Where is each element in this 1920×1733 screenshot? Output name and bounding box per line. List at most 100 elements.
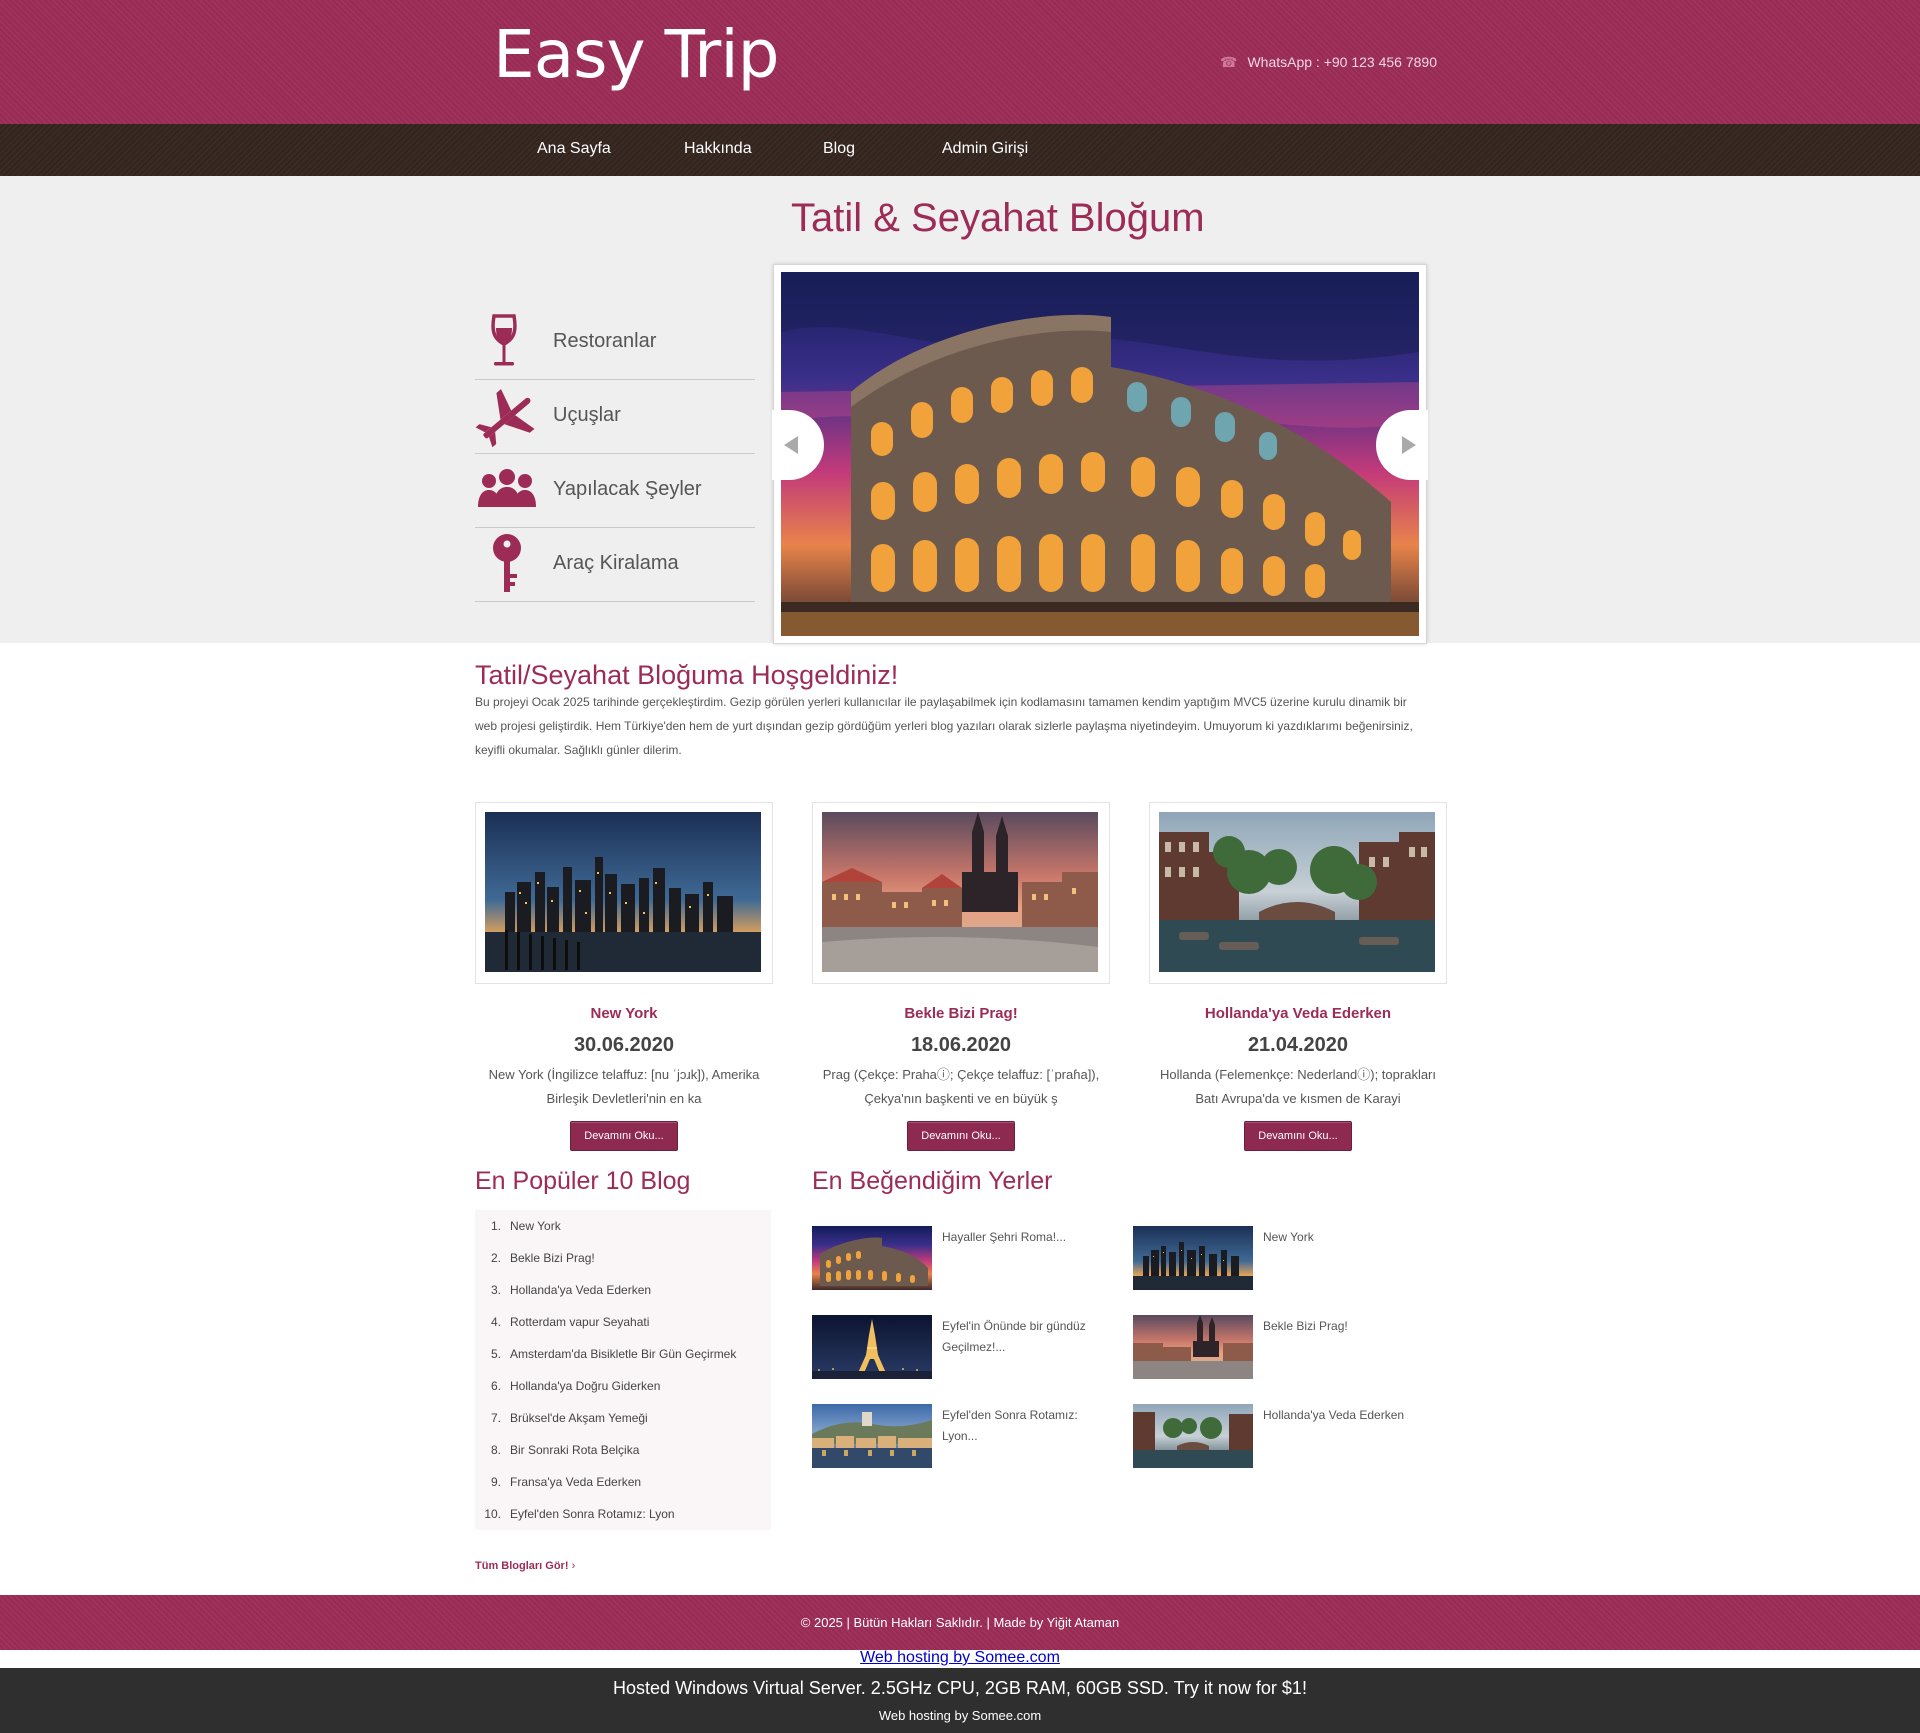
contact-info: ☎ WhatsApp : +90 123 456 7890 — [1220, 54, 1437, 71]
phone-icon: ☎ — [1220, 54, 1238, 70]
blog-card: Hollanda'ya Veda Ederken 21.04.2020 Holl… — [1149, 802, 1447, 1151]
nav-item-about[interactable]: Hakkında — [684, 140, 752, 158]
favorite-caption[interactable]: New York — [1263, 1227, 1433, 1248]
site-header: Easy Trip ☎ WhatsApp : +90 123 456 7890 — [0, 0, 1920, 124]
favorite-thumbnail[interactable] — [1133, 1315, 1253, 1379]
category-restaurants[interactable]: Restoranlar — [475, 306, 755, 380]
blog-card-title[interactable]: Bekle Bizi Prag! — [812, 1005, 1110, 1022]
chevron-right-icon: › — [571, 1560, 576, 1572]
welcome-text: Bu projeyi Ocak 2025 tarihinde gerçekleş… — [475, 695, 1413, 757]
blog-card-image[interactable] — [1149, 802, 1447, 984]
popular-item-number: 1. — [490, 1219, 501, 1233]
favorites-title: En Beğendiğim Yerler — [812, 1167, 1053, 1195]
wine-glass-icon — [475, 314, 539, 370]
blog-card-image[interactable] — [475, 802, 773, 984]
blog-card-title[interactable]: New York — [475, 1005, 773, 1022]
favorite-item[interactable]: Hollanda'ya Veda Ederken — [1133, 1404, 1433, 1468]
popular-item-number: 7. — [490, 1411, 501, 1425]
favorite-thumbnail[interactable] — [812, 1404, 932, 1468]
category-flights[interactable]: Uçuşlar — [475, 380, 755, 454]
category-car-rental[interactable]: Araç Kiralama — [475, 528, 755, 602]
nav-item-admin-login[interactable]: Admin Girişi — [942, 140, 1028, 158]
popular-item[interactable]: 6. Hollanda'ya Doğru Giderken — [475, 1370, 771, 1402]
blog-card-title[interactable]: Hollanda'ya Veda Ederken — [1149, 1005, 1447, 1022]
popular-item-number: 10. — [484, 1507, 501, 1521]
blog-card-date: 21.04.2020 — [1247, 1034, 1349, 1056]
category-label: Araç Kiralama — [553, 552, 679, 574]
popular-item-number: 5. — [490, 1347, 501, 1361]
popular-item-link[interactable]: Amsterdam'da Bisikletle Bir Gün Geçirmek — [510, 1347, 736, 1361]
blog-card-excerpt: Hollanda (Felemenkçe: Nederlandⓘ); topra… — [1159, 1067, 1436, 1106]
key-icon — [475, 534, 539, 592]
favorite-caption[interactable]: Hollanda'ya Veda Ederken — [1263, 1405, 1433, 1426]
popular-item-number: 6. — [490, 1379, 501, 1393]
hosting-promo[interactable]: Hosted Windows Virtual Server. 2.5GHz CP… — [0, 1678, 1920, 1699]
read-more-button[interactable]: Devamını Oku... — [907, 1121, 1015, 1151]
popular-item-link[interactable]: Brüksel'de Akşam Yemeği — [510, 1411, 648, 1425]
popular-item-link[interactable]: Hollanda'ya Veda Ederken — [510, 1283, 651, 1297]
popular-item-link[interactable]: Bekle Bizi Prag! — [510, 1251, 595, 1265]
favorite-caption[interactable]: Bekle Bizi Prag! — [1263, 1316, 1433, 1337]
hero-slider[interactable] — [772, 264, 1428, 644]
blog-card-image[interactable] — [812, 802, 1110, 984]
blog-card-date: 18.06.2020 — [910, 1034, 1012, 1056]
popular-item[interactable]: 9. Fransa'ya Veda Ederken — [475, 1466, 771, 1498]
arrow-right-icon — [1402, 436, 1416, 454]
popular-item-number: 8. — [490, 1443, 501, 1457]
slider-image-colosseum — [781, 272, 1419, 636]
favorite-thumbnail[interactable] — [812, 1226, 932, 1290]
hosting-link[interactable]: Web hosting by Somee.com — [0, 1649, 1920, 1667]
category-label: Uçuşlar — [553, 404, 621, 426]
favorite-item[interactable]: Hayaller Şehri Roma!... — [812, 1226, 1112, 1290]
main-section: Tatil/Seyahat Bloğuma Hoşgeldiniz! Bu pr… — [473, 643, 1447, 1593]
blog-card-excerpt: Prag (Çekçe: Prahaⓘ; Çekçe telaffuz: [ˈp… — [822, 1067, 1100, 1106]
popular-item[interactable]: 2. Bekle Bizi Prag! — [475, 1242, 771, 1274]
site-logo[interactable]: Easy Trip — [493, 16, 780, 93]
popular-item-link[interactable]: Eyfel'den Sonra Rotamız: Lyon — [510, 1507, 675, 1521]
nav-item-home[interactable]: Ana Sayfa — [537, 140, 611, 158]
footer-text: © 2025 | Bütün Hakları Saklıdır. | Made … — [800, 1615, 1120, 1630]
popular-item[interactable]: 8. Bir Sonraki Rota Belçika — [475, 1434, 771, 1466]
favorite-thumbnail[interactable] — [812, 1315, 932, 1379]
favorite-thumbnail[interactable] — [1133, 1226, 1253, 1290]
popular-item[interactable]: 5. Amsterdam'da Bisikletle Bir Gün Geçirm… — [475, 1338, 771, 1370]
all-blogs-link[interactable]: Tüm Blogları Gör! › — [475, 1560, 575, 1572]
favorite-thumbnail[interactable] — [1133, 1404, 1253, 1468]
blog-card: New York 30.06.2020 New York (İngilizce … — [475, 802, 773, 1151]
popular-item-link[interactable]: Rotterdam vapur Seyahati — [510, 1315, 649, 1329]
all-blogs-label[interactable]: Tüm Blogları Gör! — [475, 1560, 569, 1572]
nav-item-blog[interactable]: Blog — [823, 140, 855, 158]
hosting-small-link[interactable]: Web hosting by Somee.com — [0, 1708, 1920, 1723]
read-more-button[interactable]: Devamını Oku... — [1244, 1121, 1352, 1151]
popular-item-link[interactable]: Fransa'ya Veda Ederken — [510, 1475, 641, 1489]
content-area: Restoranlar Uçuşlar Yapılacak Şeyler Ara… — [473, 176, 1447, 1596]
hosting-banner[interactable]: Hosted Windows Virtual Server. 2.5GHz CP… — [0, 1668, 1920, 1733]
read-more-button[interactable]: Devamını Oku... — [570, 1121, 678, 1151]
favorite-caption[interactable]: Eyfel'den Sonra Rotamız: Lyon... — [942, 1405, 1112, 1447]
popular-item-number: 2. — [490, 1251, 501, 1265]
popular-item-number: 4. — [490, 1315, 501, 1329]
welcome-title: Tatil/Seyahat Bloğuma Hoşgeldiniz! — [475, 660, 899, 690]
category-things-to-do[interactable]: Yapılacak Şeyler — [475, 454, 755, 528]
people-icon — [475, 462, 539, 518]
popular-item[interactable]: 7. Brüksel'de Akşam Yemeği — [475, 1402, 771, 1434]
popular-item[interactable]: 10. Eyfel'den Sonra Rotamız: Lyon — [475, 1498, 771, 1530]
favorite-item[interactable]: Eyfel'den Sonra Rotamız: Lyon... — [812, 1404, 1112, 1468]
blog-card-excerpt: New York (İngilizce telaffuz: [nu ˈjɔɹk]… — [488, 1067, 760, 1106]
favorite-item[interactable]: New York — [1133, 1226, 1433, 1290]
favorite-caption[interactable]: Hayaller Şehri Roma!... — [942, 1227, 1112, 1248]
popular-item-link[interactable]: Hollanda'ya Doğru Giderken — [510, 1379, 660, 1393]
category-label: Restoranlar — [553, 330, 657, 352]
favorite-item[interactable]: Bekle Bizi Prag! — [1133, 1315, 1433, 1379]
popular-item-link[interactable]: New York — [510, 1219, 561, 1233]
popular-item[interactable]: 4. Rotterdam vapur Seyahati — [475, 1306, 771, 1338]
popular-item[interactable]: 1. New York — [475, 1210, 771, 1242]
contact-text: WhatsApp : +90 123 456 7890 — [1247, 54, 1437, 70]
popular-item[interactable]: 3. Hollanda'ya Veda Ederken — [475, 1274, 771, 1306]
blog-card-date: 30.06.2020 — [573, 1034, 675, 1056]
popular-list: 1. New York 2. Bekle Bizi Prag! 3. Hollanda… — [475, 1210, 771, 1530]
favorite-item[interactable]: Eyfel'in Önünde bir gündüz Geçilmez!... — [812, 1315, 1112, 1379]
category-label: Yapılacak Şeyler — [553, 478, 702, 500]
popular-item-link[interactable]: Bir Sonraki Rota Belçika — [510, 1443, 639, 1457]
favorite-caption[interactable]: Eyfel'in Önünde bir gündüz Geçilmez!... — [942, 1316, 1112, 1358]
